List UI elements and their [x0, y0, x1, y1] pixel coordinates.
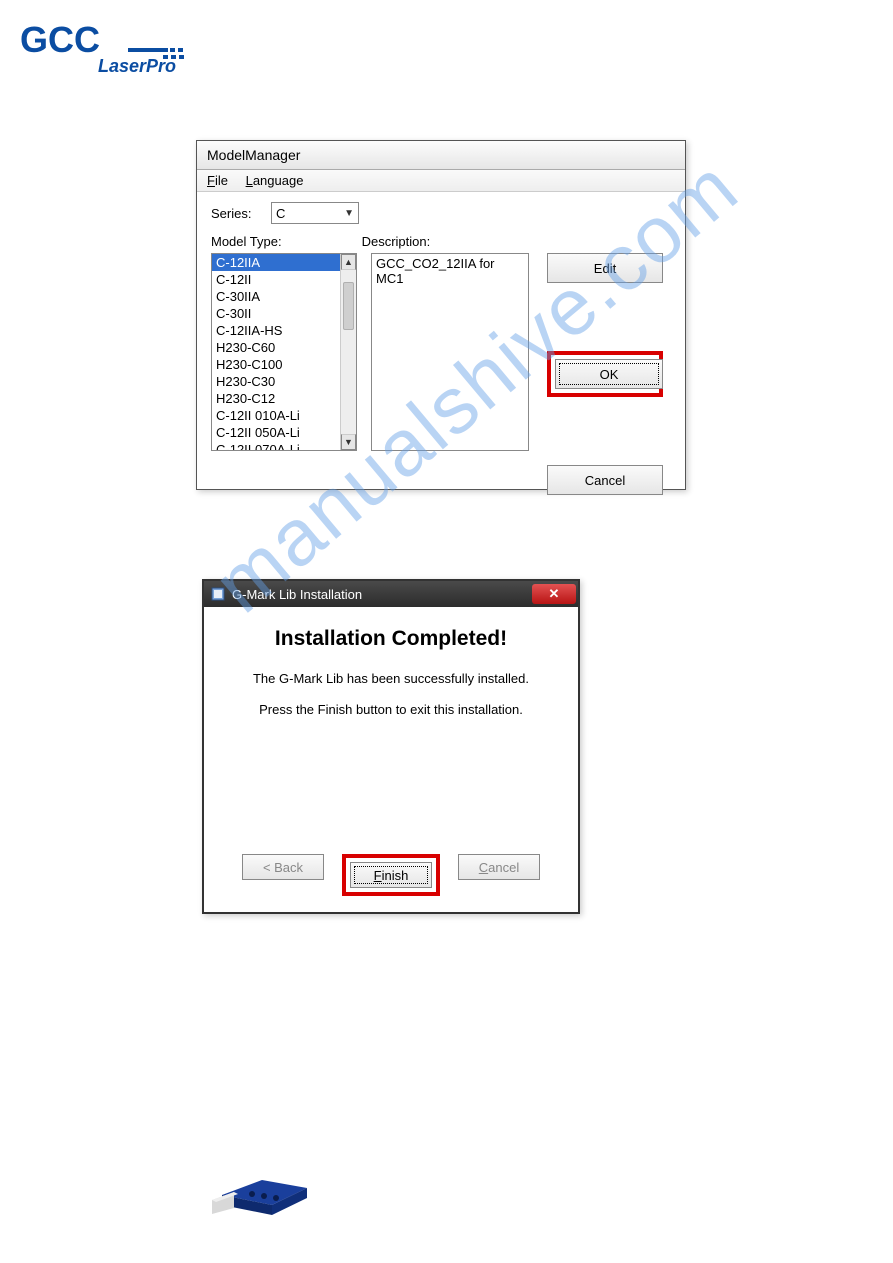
list-item[interactable]: C-30II — [212, 305, 356, 322]
menu-bar: File Language — [197, 170, 685, 192]
list-item[interactable]: C-12II 010A-Li — [212, 407, 356, 424]
scroll-up-icon[interactable]: ▲ — [341, 254, 356, 270]
installer-line2: Press the Finish button to exit this ins… — [222, 702, 560, 717]
series-value: C — [276, 206, 285, 221]
list-item[interactable]: H230-C30 — [212, 373, 356, 390]
description-label: Description: — [362, 234, 431, 249]
list-item[interactable]: C-30IIA — [212, 288, 356, 305]
logo-gcc: GCC — [20, 19, 100, 60]
back-button: < Back — [242, 854, 324, 880]
installer-window: G-Mark Lib Installation ✕ Installation C… — [202, 579, 580, 914]
list-item[interactable]: C-12II 050A-Li — [212, 424, 356, 441]
model-type-listbox[interactable]: C-12IIA C-12II C-30IIA C-30II C-12IIA-HS… — [211, 253, 357, 451]
finish-button[interactable]: Finish — [350, 862, 432, 888]
logo-laserpro: LaserPro — [98, 56, 176, 76]
listbox-scrollbar[interactable]: ▲ ▼ — [340, 254, 356, 450]
finish-button-highlight: Finish — [342, 854, 440, 896]
cancel-button[interactable]: Cancel — [547, 465, 663, 495]
installer-titlebar: G-Mark Lib Installation ✕ — [204, 581, 578, 607]
menu-file[interactable]: File — [207, 173, 228, 188]
list-item[interactable]: C-12II 070A-Li — [212, 441, 356, 451]
ok-button-highlight: OK — [547, 351, 663, 397]
model-type-label: Model Type: — [211, 234, 282, 249]
model-manager-window: ModelManager File Language Series: C ▼ M… — [196, 140, 686, 490]
series-select[interactable]: C ▼ — [271, 202, 359, 224]
list-item[interactable]: C-12II — [212, 271, 356, 288]
installer-line1: The G-Mark Lib has been successfully ins… — [222, 671, 560, 686]
description-value: GCC_CO2_12IIA for MC1 — [376, 256, 495, 286]
product-thumbnail — [212, 1150, 322, 1220]
ok-button[interactable]: OK — [555, 359, 663, 389]
list-item[interactable]: H230-C60 — [212, 339, 356, 356]
scroll-thumb[interactable] — [343, 282, 354, 330]
edit-button[interactable]: Edit — [547, 253, 663, 283]
installer-heading: Installation Completed! — [222, 627, 560, 651]
cancel-button-installer: Cancel — [458, 854, 540, 880]
close-icon[interactable]: ✕ — [532, 584, 576, 604]
list-item[interactable]: C-12IIA-HS — [212, 322, 356, 339]
chevron-down-icon: ▼ — [344, 208, 354, 219]
gcc-laserpro-logo: GCC LaserPro — [20, 18, 192, 78]
scroll-down-icon[interactable]: ▼ — [341, 434, 356, 450]
description-box: GCC_CO2_12IIA for MC1 — [371, 253, 529, 451]
installer-title: G-Mark Lib Installation — [232, 587, 532, 602]
list-item[interactable]: C-12IIA — [212, 254, 356, 271]
installer-icon — [210, 586, 226, 602]
list-item[interactable]: H230-C100 — [212, 356, 356, 373]
list-item[interactable]: H230-C12 — [212, 390, 356, 407]
window-title: ModelManager — [197, 141, 685, 170]
menu-language[interactable]: Language — [246, 173, 304, 188]
series-label: Series: — [211, 206, 263, 221]
